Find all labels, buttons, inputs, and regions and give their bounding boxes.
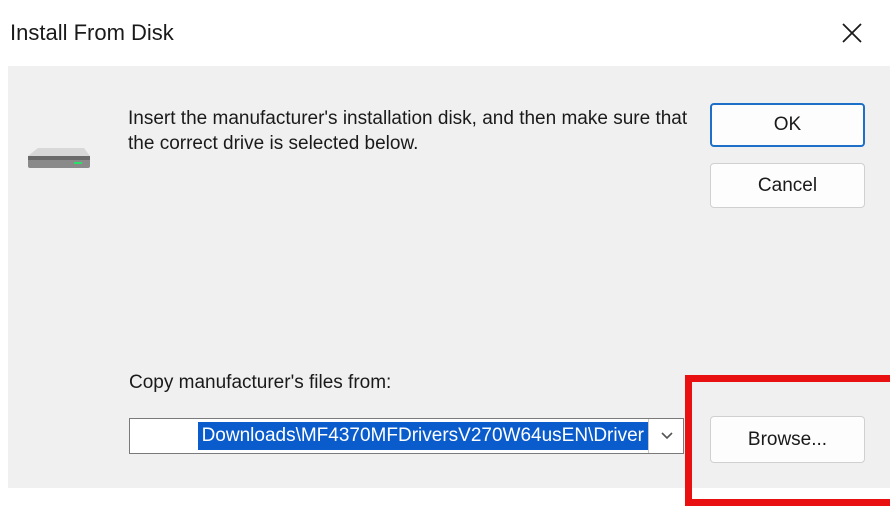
ok-button[interactable]: OK bbox=[710, 103, 865, 147]
annotation-highlight-box bbox=[685, 375, 890, 506]
copy-from-combobox[interactable]: Downloads\MF4370MFDriversV270W64usEN\Dri… bbox=[129, 418, 684, 454]
dialog-title: Install From Disk bbox=[10, 20, 174, 45]
copy-from-path: Downloads\MF4370MFDriversV270W64usEN\Dri… bbox=[197, 422, 648, 450]
copy-from-label: Copy manufacturer's files from: bbox=[129, 372, 392, 393]
disk-drive-icon bbox=[28, 148, 90, 168]
chevron-down-icon bbox=[660, 432, 673, 440]
cancel-button[interactable]: Cancel bbox=[710, 163, 865, 208]
dropdown-button[interactable] bbox=[648, 419, 683, 453]
instruction-text: Insert the manufacturer's installation d… bbox=[128, 108, 688, 154]
close-icon bbox=[842, 23, 862, 43]
copy-from-input[interactable]: Downloads\MF4370MFDriversV270W64usEN\Dri… bbox=[130, 419, 648, 453]
title-bar: Install From Disk bbox=[0, 0, 890, 66]
close-button[interactable] bbox=[826, 10, 878, 56]
install-from-disk-dialog: Install From Disk Insert the manufacture… bbox=[0, 0, 890, 506]
